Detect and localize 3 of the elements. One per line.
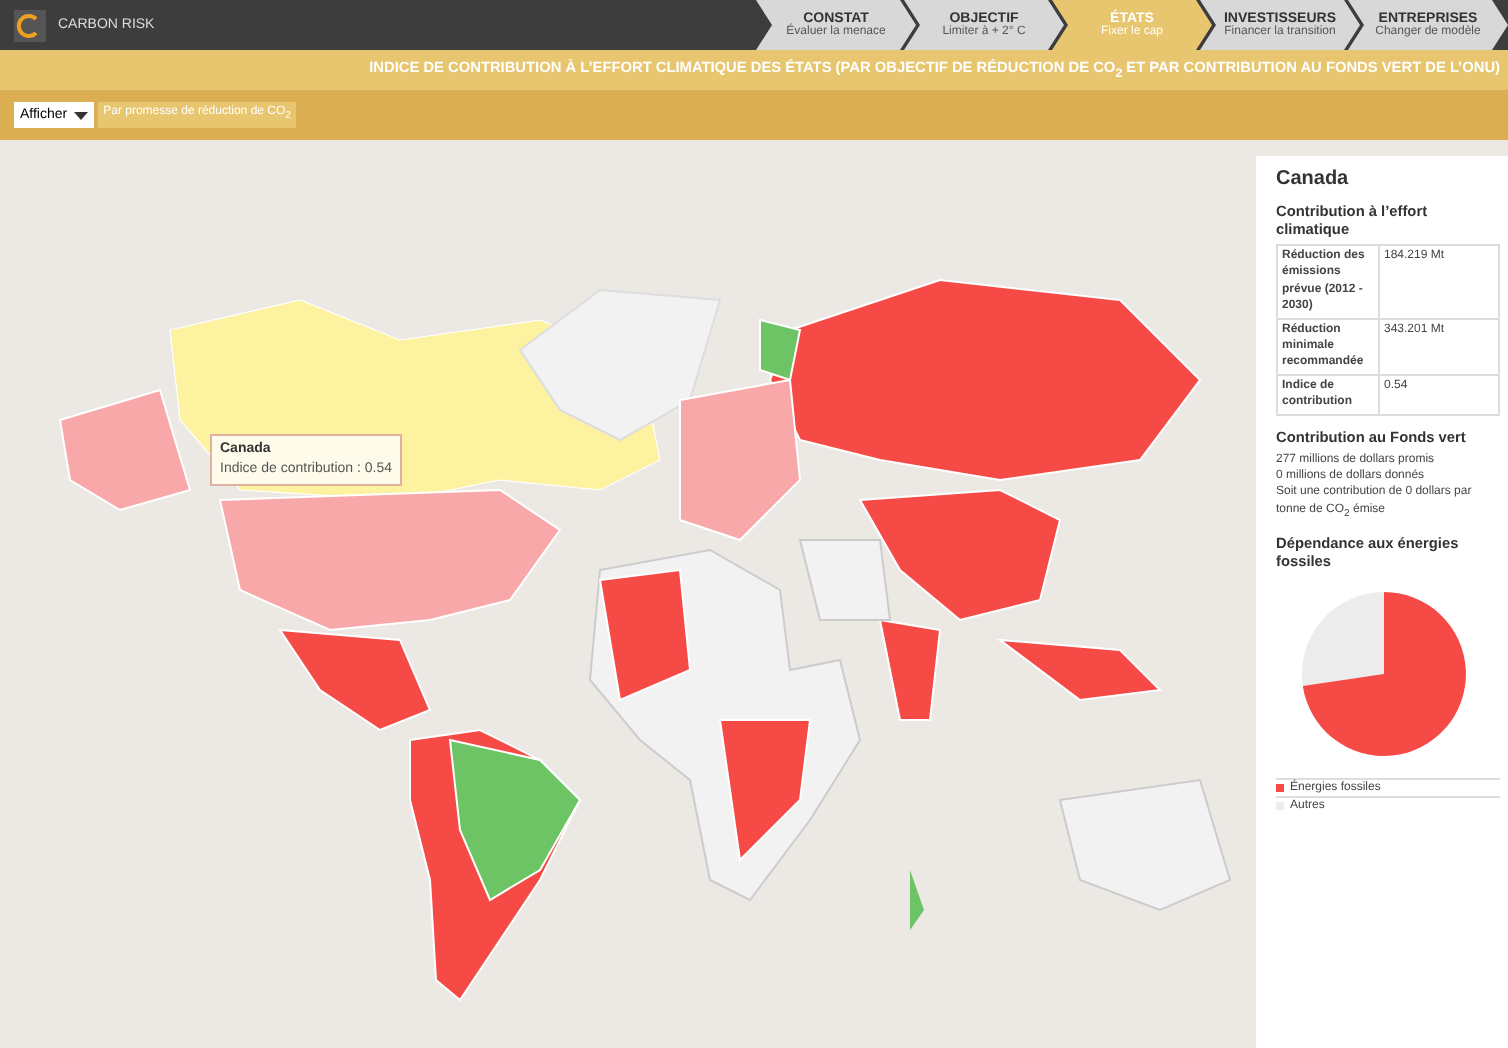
country-name: Canada (1276, 168, 1351, 190)
logo-icon (14, 9, 46, 41)
caret-icon (73, 111, 88, 119)
